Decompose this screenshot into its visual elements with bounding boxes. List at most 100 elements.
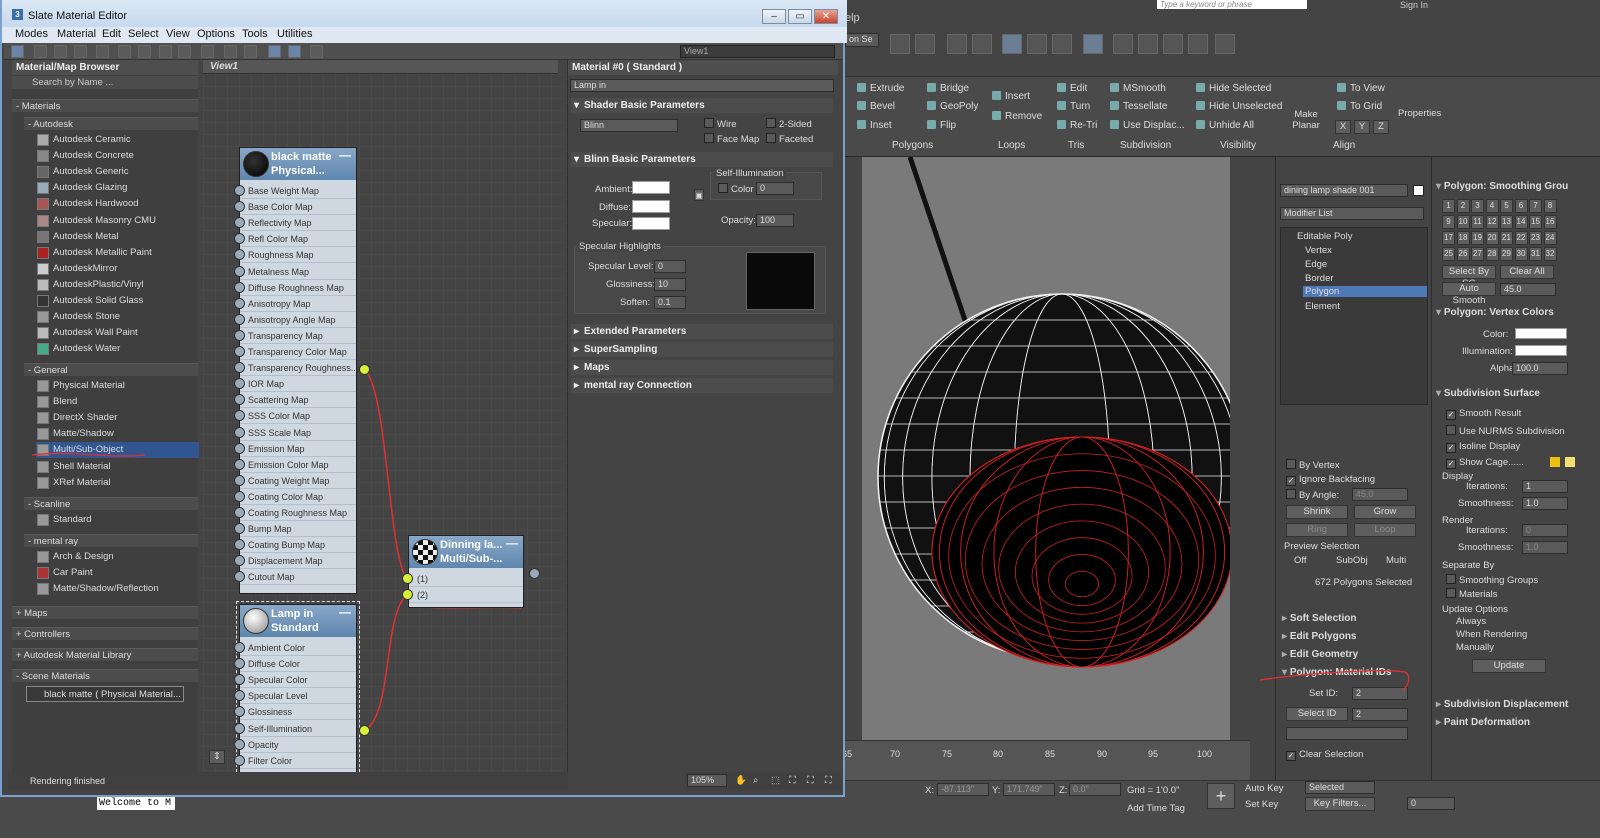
object-color-swatch[interactable]: [1413, 185, 1424, 196]
output-port[interactable]: [529, 568, 540, 579]
menu-tools[interactable]: Tools: [242, 28, 268, 40]
pan-icon[interactable]: ⇕: [209, 750, 225, 764]
map-slot[interactable]: Diffuse Color: [234, 656, 356, 673]
group-materials[interactable]: - Materials: [12, 99, 198, 112]
soft-selection-rollout[interactable]: Soft Selection: [1282, 613, 1357, 624]
input-port[interactable]: [234, 458, 245, 470]
update-button[interactable]: Update: [1472, 659, 1546, 673]
assign-material-icon[interactable]: [74, 45, 87, 58]
map-slot[interactable]: Coating Color Map: [234, 489, 356, 505]
to-grid-button[interactable]: To Grid: [1337, 101, 1382, 112]
material-map-browser-icon[interactable]: [268, 45, 281, 58]
map-slot[interactable]: Base Weight Map: [234, 183, 356, 199]
separate-materials-checkbox[interactable]: Materials: [1446, 588, 1498, 600]
output-port[interactable]: [359, 725, 370, 736]
schematic-view-icon[interactable]: [1052, 34, 1072, 54]
browser-item[interactable]: Autodesk Metal: [36, 229, 199, 245]
zoom-region-icon[interactable]: ⬚: [771, 775, 780, 786]
browser-item[interactable]: Blend: [36, 394, 199, 410]
zoom-level-dropdown[interactable]: 105%: [687, 774, 727, 787]
smoothing-group-button[interactable]: 7: [1529, 199, 1542, 213]
smoothing-group-button[interactable]: 3: [1471, 199, 1484, 213]
object-name-field[interactable]: dining lamp shade 001: [1280, 184, 1408, 197]
selected-dropdown[interactable]: Selected: [1305, 781, 1375, 794]
curve-editor-icon[interactable]: [1027, 34, 1047, 54]
close-button[interactable]: ✕: [814, 9, 838, 24]
smoothing-group-button[interactable]: 6: [1514, 199, 1528, 213]
make-planar-button[interactable]: Make Planar: [1291, 109, 1321, 131]
max-search-input[interactable]: Type a keyword or phrase: [1157, 0, 1307, 9]
input-port[interactable]: [234, 442, 245, 454]
wire-checkbox[interactable]: Wire: [704, 118, 737, 130]
shader-basic-rollout[interactable]: Shader Basic Parameters: [571, 98, 833, 113]
node-header[interactable]: Lamp in Standard —: [240, 605, 356, 637]
map-slot[interactable]: Coating Weight Map: [234, 473, 356, 489]
input-port-2[interactable]: [402, 589, 413, 600]
show-map-icon[interactable]: [159, 45, 172, 58]
input-port[interactable]: [234, 642, 245, 653]
smoothing-groups-rollout[interactable]: Polygon: Smoothing Grou: [1436, 181, 1568, 192]
node-header[interactable]: black matte Physical... —: [240, 148, 356, 180]
stack-edge[interactable]: Edge: [1305, 259, 1327, 270]
illumination-swatch[interactable]: [1515, 345, 1567, 356]
input-port[interactable]: [234, 474, 245, 486]
extrude-button[interactable]: Extrude: [857, 83, 904, 94]
ribbon-toggle-icon[interactable]: [1002, 34, 1022, 54]
zoom-extents-selected-icon[interactable]: ⛶: [807, 775, 814, 786]
insert-loop-button[interactable]: Insert: [992, 91, 1030, 102]
input-port[interactable]: [234, 658, 245, 670]
map-slot[interactable]: Opacity: [234, 737, 356, 753]
render-iterations-spinner[interactable]: 0: [1522, 524, 1568, 537]
input-port[interactable]: [234, 201, 245, 213]
group-scene-materials[interactable]: - Scene Materials: [12, 669, 198, 682]
set-key-button[interactable]: Set Key: [1245, 799, 1278, 810]
input-port[interactable]: [234, 539, 245, 551]
browser-item[interactable]: Autodesk Generic: [36, 164, 199, 180]
select-id-spinner[interactable]: 2: [1352, 708, 1408, 721]
input-port[interactable]: [234, 281, 245, 293]
map-slot[interactable]: SSS Scale Map: [234, 425, 356, 441]
browser-item[interactable]: AutodeskMirror: [36, 261, 199, 277]
map-slot[interactable]: Glossiness: [234, 704, 356, 721]
smoothing-group-button[interactable]: 31: [1529, 247, 1542, 261]
self-illum-color-checkbox[interactable]: Color: [718, 183, 754, 195]
input-port[interactable]: [234, 329, 245, 341]
remove-loop-button[interactable]: Remove: [992, 111, 1042, 122]
sign-in-link[interactable]: Sign In: [1400, 0, 1428, 10]
material-ids-rollout[interactable]: Polygon: Material IDs: [1282, 667, 1392, 678]
map-slot[interactable]: Transparency Map: [234, 328, 356, 344]
hide-selected-button[interactable]: Hide Selected: [1196, 83, 1271, 94]
navigator-icon[interactable]: [310, 45, 323, 58]
browser-item[interactable]: Autodesk Concrete: [36, 148, 199, 164]
inset-button[interactable]: Inset: [857, 120, 892, 131]
auto-smooth-button[interactable]: Auto Smooth: [1442, 282, 1496, 306]
input-port[interactable]: [234, 523, 245, 535]
browser-item[interactable]: Multi/Sub-Object: [36, 442, 199, 459]
put-to-scene-icon[interactable]: [54, 45, 67, 58]
rendered-frame-icon[interactable]: [1138, 34, 1158, 54]
a360-icon[interactable]: [1215, 34, 1235, 54]
sub-material-slot-2[interactable]: (2): [409, 587, 523, 603]
preview-off-radio[interactable]: Off: [1294, 555, 1307, 566]
group-scanline[interactable]: - Scanline: [24, 497, 198, 510]
input-port[interactable]: [234, 185, 245, 196]
soften-spinner[interactable]: 0.1: [654, 296, 686, 309]
map-slot[interactable]: Cutout Map: [234, 569, 356, 586]
set-id-spinner[interactable]: 2: [1352, 687, 1408, 700]
separate-smoothing-groups-checkbox[interactable]: Smoothing Groups: [1446, 574, 1538, 586]
vertex-colors-rollout[interactable]: Polygon: Vertex Colors: [1436, 307, 1554, 318]
self-illum-spinner[interactable]: 0: [756, 182, 794, 195]
blinn-basic-rollout[interactable]: Blinn Basic Parameters: [571, 152, 833, 167]
input-port[interactable]: [234, 754, 245, 766]
paint-deformation-rollout[interactable]: Paint Deformation: [1436, 717, 1530, 728]
retri-button[interactable]: Re-Tri: [1057, 120, 1097, 131]
browser-item[interactable]: Physical Material: [36, 378, 199, 394]
shader-dropdown[interactable]: Blinn: [580, 119, 678, 132]
extended-parameters-rollout[interactable]: Extended Parameters: [571, 324, 833, 339]
subdivision-surface-rollout[interactable]: Subdivision Surface: [1436, 388, 1540, 399]
input-port[interactable]: [234, 233, 245, 245]
modifier-stack[interactable]: Editable Poly Vertex Edge Border Polygon…: [1280, 227, 1428, 405]
smoothing-group-button[interactable]: 5: [1500, 199, 1513, 213]
menu-view[interactable]: View: [166, 28, 190, 40]
add-key-icon[interactable]: +: [1207, 783, 1235, 809]
